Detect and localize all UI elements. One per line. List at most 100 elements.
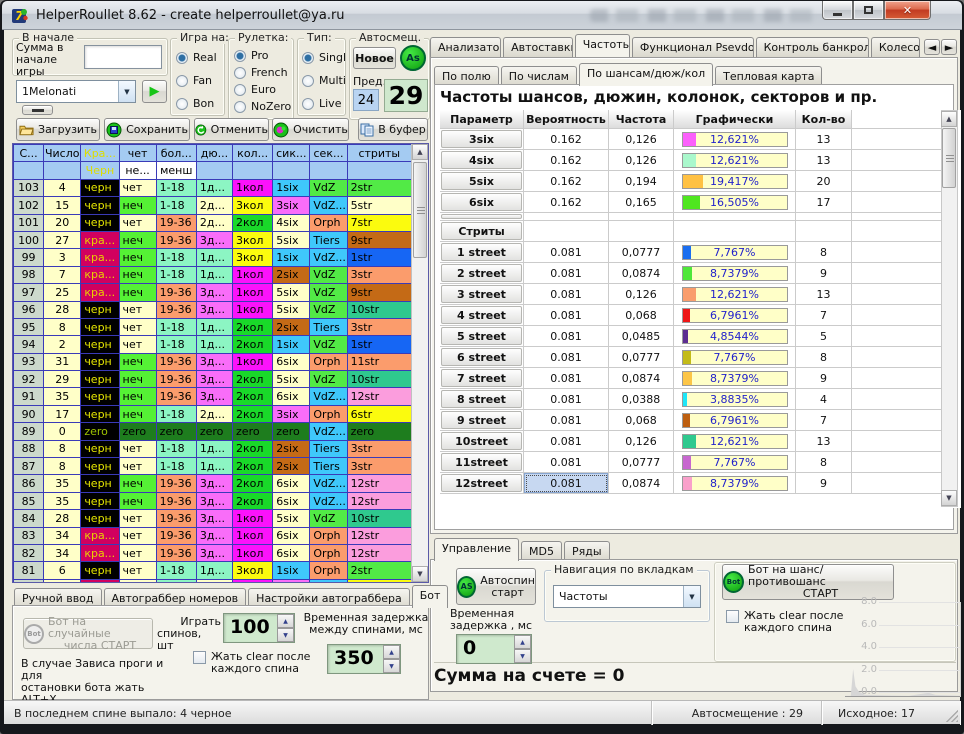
spin-data-cell[interactable]: zero	[273, 423, 310, 440]
spin-data-cell[interactable]: 3д...	[196, 492, 232, 509]
freq-param-cell[interactable]: 4six	[440, 150, 524, 171]
subtab-по-полю[interactable]: По полю	[434, 66, 499, 86]
spin-index-cell[interactable]: 93	[14, 353, 44, 370]
spin-number-cell[interactable]: 8	[44, 318, 81, 335]
spin-number-cell[interactable]: 20	[44, 214, 81, 231]
spins-count-stepper[interactable]: 100 ▲▼	[223, 613, 295, 643]
spin-data-cell[interactable]: 2кол	[233, 336, 273, 353]
spin-data-cell[interactable]: кра...	[81, 544, 119, 561]
spin-data-cell[interactable]: VdZ...	[310, 423, 347, 440]
freq-param-cell[interactable]: 7 street	[440, 368, 524, 389]
freq-count-cell[interactable]: 8	[796, 452, 852, 473]
radio-bon[interactable]: Bon	[176, 97, 217, 110]
spin-data-cell[interactable]: 3кол	[233, 231, 273, 248]
spin-number-cell[interactable]: 31	[44, 353, 81, 370]
ctl-tab-управление[interactable]: Управление	[434, 538, 519, 561]
spin-data-cell[interactable]: 3six	[273, 405, 310, 422]
freq-bar-cell[interactable]: 6,7961%	[674, 305, 796, 326]
spin-data-cell[interactable]: VdZ...	[310, 388, 347, 405]
spin-data-cell[interactable]: 6six	[273, 492, 310, 509]
freq-freq-cell[interactable]: 0,194	[609, 171, 674, 192]
freq-freq-cell[interactable]: 0,165	[609, 192, 674, 213]
spin-data-cell[interactable]: 2д...	[196, 405, 232, 422]
clear-after-spin-checkbox[interactable]: Жать clear послекаждого спина	[193, 651, 310, 675]
spin-data-cell[interactable]: 19-36	[156, 371, 196, 388]
spin-data-cell[interactable]: чет	[119, 179, 156, 196]
autospin-start-button[interactable]: AS Автоспинстарт	[456, 568, 536, 605]
spin-index-cell[interactable]: 88	[14, 440, 44, 457]
spin-data-cell[interactable]: 2д...	[196, 214, 232, 231]
freq-freq-cell[interactable]: 0,068	[609, 305, 674, 326]
spin-data-cell[interactable]: 12str	[347, 492, 411, 509]
spin-data-cell[interactable]: VdZ	[310, 284, 347, 301]
freq-prob-cell[interactable]: 0.081	[524, 305, 609, 326]
spin-data-cell[interactable]: 9str	[347, 284, 411, 301]
spin-data-cell[interactable]: черн	[81, 510, 119, 527]
freq-param-cell[interactable]: 10street	[440, 431, 524, 452]
spin-data-cell[interactable]: 2six	[273, 458, 310, 475]
play-button[interactable]: ▶	[142, 80, 167, 103]
tab-анализатор[interactable]: Анализатор	[430, 37, 501, 57]
spin-data-cell[interactable]: черн	[81, 179, 119, 196]
spin-data-cell[interactable]: Tiers	[310, 440, 347, 457]
radio-singl[interactable]: Singl	[302, 51, 346, 64]
tab-scroll-left-icon[interactable]: ◄	[924, 39, 940, 55]
freq-bar-cell[interactable]: 12,621%	[674, 284, 796, 305]
freq-param-cell[interactable]: 3 street	[440, 284, 524, 305]
spin-index-cell[interactable]: 92	[14, 371, 44, 388]
spin-data-cell[interactable]: zero	[196, 423, 232, 440]
spin-data-cell[interactable]: 1-18	[156, 179, 196, 196]
title-bar[interactable]: 7 HelperRoullet 8.62 - create helperroul…	[2, 1, 962, 30]
freq-bar-cell[interactable]: 12,621%	[674, 431, 796, 452]
freq-freq-cell[interactable]: 0,0388	[609, 389, 674, 410]
spin-data-cell[interactable]: 2кол	[233, 492, 273, 509]
spin-data-cell[interactable]: Orph	[310, 544, 347, 561]
subtab-тепловая-карта[interactable]: Тепловая карта	[715, 66, 822, 86]
minimize-button[interactable]	[822, 1, 853, 20]
spin-data-cell[interactable]: 1кол	[233, 266, 273, 283]
freq-bar-cell[interactable]: 3,8835%	[674, 389, 796, 410]
spin-index-cell[interactable]: 90	[14, 405, 44, 422]
freq-param-cell[interactable]: 8 street	[440, 389, 524, 410]
spin-index-cell[interactable]: 91	[14, 388, 44, 405]
freq-freq-cell[interactable]: 0,0485	[609, 326, 674, 347]
spin-data-cell[interactable]: 19-36	[156, 214, 196, 231]
freq-param-cell[interactable]: 6six	[440, 192, 524, 213]
random-bot-start-button[interactable]: Bot Бот на случайныечисла СТАРТ	[23, 618, 153, 649]
spin-data-cell[interactable]: чет	[119, 510, 156, 527]
freq-freq-cell[interactable]: 0,126	[609, 129, 674, 150]
spin-data-cell[interactable]: zero	[119, 423, 156, 440]
spin-data-cell[interactable]: 1-18	[156, 405, 196, 422]
spin-index-cell[interactable]: 87	[14, 458, 44, 475]
freq-freq-cell[interactable]: 0,0874	[609, 263, 674, 284]
spin-number-cell[interactable]: 15	[44, 197, 81, 214]
spin-data-cell[interactable]: 3д...	[196, 231, 232, 248]
spin-data-cell[interactable]: 2д...	[196, 579, 232, 583]
spin-data-cell[interactable]: неч	[119, 249, 156, 266]
spin-data-cell[interactable]: кра...	[81, 527, 119, 544]
freq-param-cell[interactable]: 2 street	[440, 263, 524, 284]
tab-контроль-банкролла[interactable]: Контроль банкролла	[756, 37, 869, 57]
spin-data-cell[interactable]: черн	[81, 388, 119, 405]
scrollbar-thumb[interactable]	[942, 128, 956, 188]
spin-number-cell[interactable]: 6	[44, 562, 81, 579]
spin-data-cell[interactable]: 1кол	[233, 179, 273, 196]
freq-count-cell[interactable]: 5	[796, 326, 852, 347]
freq-count-cell[interactable]: 8	[796, 242, 852, 263]
spin-data-cell[interactable]: черн	[81, 197, 119, 214]
spin-data-cell[interactable]: 2кол	[233, 318, 273, 335]
ctl-tab-md5[interactable]: MD5	[521, 541, 562, 561]
spin-data-cell[interactable]: 11str	[347, 353, 411, 370]
freq-bar-cell[interactable]: 19,417%	[674, 171, 796, 192]
spin-data-cell[interactable]: VdZ	[310, 301, 347, 318]
spin-data-cell[interactable]: неч	[119, 475, 156, 492]
spin-index-cell[interactable]: 89	[14, 423, 44, 440]
spin-data-cell[interactable]: 12str	[347, 527, 411, 544]
spin-data-cell[interactable]: неч	[119, 231, 156, 248]
spin-data-cell[interactable]: черн	[81, 562, 119, 579]
spin-data-cell[interactable]: 1-18	[156, 249, 196, 266]
spin-data-cell[interactable]: 3д...	[196, 371, 232, 388]
scroll-down-icon[interactable]: ▼	[941, 490, 957, 506]
spin-number-cell[interactable]: 28	[44, 301, 81, 318]
freq-freq-cell[interactable]: 0,0874	[609, 368, 674, 389]
